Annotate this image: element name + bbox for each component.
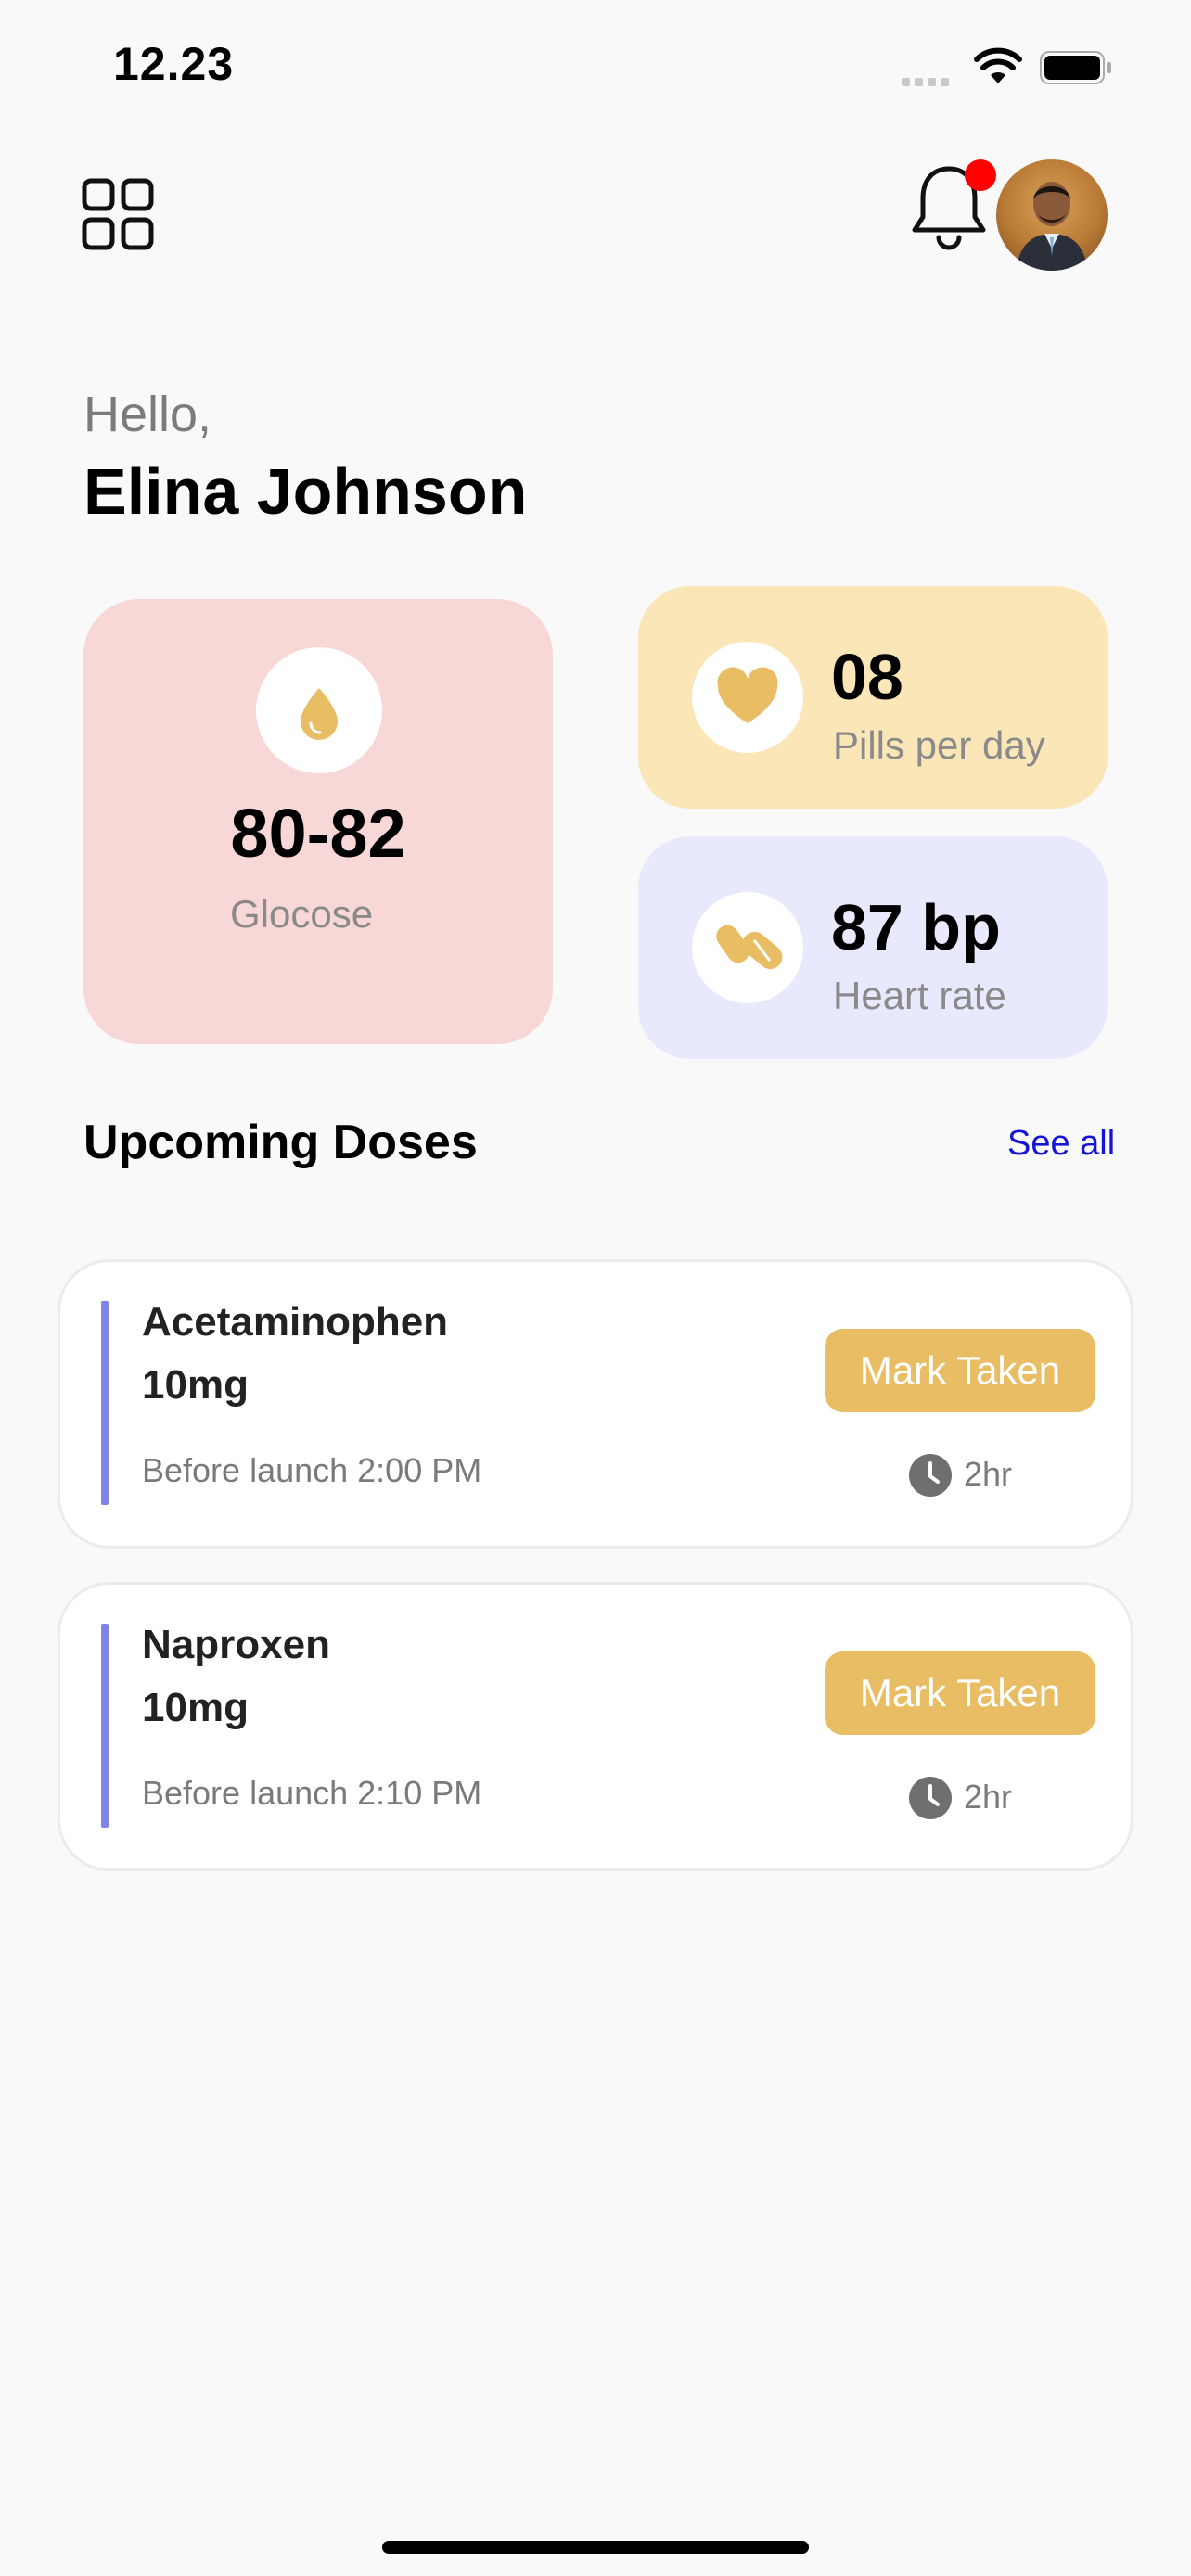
heart-rate-icon-badge xyxy=(692,892,803,1003)
mark-taken-button[interactable]: Mark Taken xyxy=(825,1329,1095,1412)
greeting-text: Hello, xyxy=(83,387,212,442)
cellular-signal-icon xyxy=(902,74,957,86)
clock-icon xyxy=(909,1777,952,1819)
upcoming-doses-title: Upcoming Doses xyxy=(83,1116,478,1169)
clock-icon xyxy=(909,1454,952,1497)
heart-rate-label: Heart rate xyxy=(833,974,1006,1017)
dose-schedule: Before launch 2:00 PM xyxy=(142,1451,482,1489)
dose-name: Acetaminophen xyxy=(142,1299,449,1345)
pills-per-day-card[interactable]: 08 Pills per day xyxy=(638,586,1108,809)
dose-amount: 10mg xyxy=(142,1685,249,1730)
pills-icon xyxy=(716,925,783,970)
dose-schedule: Before launch 2:10 PM xyxy=(142,1774,482,1812)
status-time: 12.23 xyxy=(113,38,235,90)
heart-icon xyxy=(717,667,778,723)
battery-icon xyxy=(1040,51,1111,84)
pills-label: Pills per day xyxy=(833,723,1045,767)
dose-time-remaining: 2hr xyxy=(964,1455,1013,1493)
user-name: Elina Johnson xyxy=(83,455,528,528)
glucose-icon-badge xyxy=(256,647,382,773)
heart-rate-card[interactable]: 87 bp Heart rate xyxy=(638,836,1108,1059)
heart-rate-value: 87 bp xyxy=(831,891,1001,963)
avatar[interactable] xyxy=(996,159,1108,271)
glucose-label: Glocose xyxy=(230,892,374,936)
home-indicator[interactable] xyxy=(382,2541,809,2554)
dose-card[interactable]: Acetaminophen 10mg Before launch 2:00 PM… xyxy=(58,1259,1133,1549)
droplet-icon xyxy=(301,688,338,740)
glucose-card[interactable]: 80-82 Glocose xyxy=(83,599,553,1044)
dose-time-remaining: 2hr xyxy=(964,1778,1013,1816)
pills-value: 08 xyxy=(831,641,903,713)
dose-card[interactable]: Naproxen 10mg Before launch 2:10 PM Mark… xyxy=(58,1582,1133,1871)
mark-taken-button[interactable]: Mark Taken xyxy=(825,1651,1095,1735)
glucose-value: 80-82 xyxy=(230,795,406,872)
dose-accent-bar xyxy=(101,1624,109,1828)
menu-grid-icon[interactable] xyxy=(82,178,154,250)
pills-icon-badge xyxy=(692,642,803,753)
dose-name: Naproxen xyxy=(142,1622,330,1667)
notification-badge xyxy=(965,159,996,191)
dose-amount: 10mg xyxy=(142,1362,249,1408)
wifi-icon xyxy=(974,47,1022,83)
dose-accent-bar xyxy=(101,1301,109,1505)
avatar-person-icon xyxy=(1017,182,1087,271)
see-all-link[interactable]: See all xyxy=(1007,1124,1115,1164)
